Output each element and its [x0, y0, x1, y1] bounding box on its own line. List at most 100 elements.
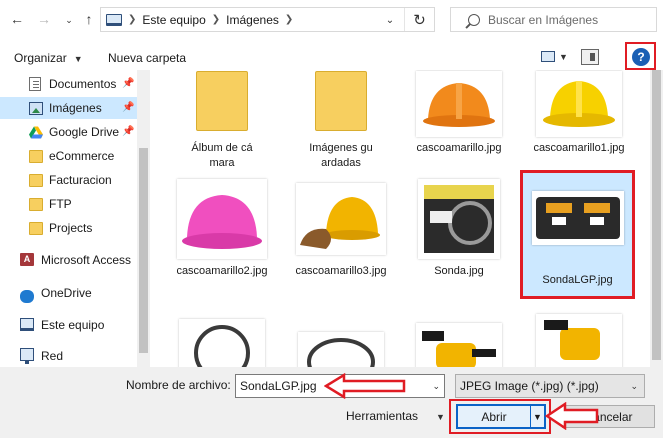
- sidebar-item-onedrive[interactable]: OneDrive: [0, 282, 137, 304]
- filename-annotation-arrow-icon: [324, 373, 406, 399]
- new-folder-button[interactable]: Nueva carpeta: [108, 51, 186, 65]
- sidebar-item-documentos[interactable]: Documentos 📌: [0, 73, 137, 95]
- organize-button[interactable]: Organizar ▼: [14, 51, 83, 65]
- sidebar-item-label: Este equipo: [41, 318, 105, 332]
- sidebar-item-label: Facturacion: [49, 173, 112, 187]
- search-box[interactable]: [450, 7, 657, 32]
- caret-down-icon: ▼: [559, 51, 568, 62]
- view-icon: [541, 51, 555, 62]
- this-pc-icon: [106, 13, 122, 26]
- yellow-helmet-thumbnail: [536, 71, 622, 137]
- pin-icon: 📌: [122, 102, 135, 113]
- address-dropdown-icon[interactable]: ⌄: [383, 14, 397, 26]
- caret-down-icon: ▼: [436, 412, 445, 422]
- document-icon: [29, 77, 41, 91]
- address-box[interactable]: ❯ Este equipo ❯ Imágenes ❯ ⌄ ↻: [100, 7, 435, 32]
- up-arrow-icon[interactable]: ↑: [80, 9, 98, 29]
- file-item-sondalgp[interactable]: SondaLGP.jpg: [520, 170, 635, 299]
- refresh-icon[interactable]: ↻: [404, 8, 434, 31]
- sidebar-item-label: Projects: [49, 221, 93, 235]
- command-bar: Organizar ▼ Nueva carpeta ▼ ?: [0, 38, 663, 70]
- change-view-button[interactable]: ▼: [541, 51, 568, 62]
- yellow-helmet-gloves-thumbnail: [296, 183, 386, 255]
- file-name: cascoamarillo2.jpg: [176, 265, 268, 277]
- scrollbar-thumb[interactable]: [139, 148, 148, 353]
- sidebar-item-imagenes[interactable]: Imágenes 📌: [0, 97, 137, 119]
- search-icon: [468, 13, 480, 26]
- sidebar-item-label: Google Drive: [49, 125, 120, 139]
- preview-pane-icon[interactable]: [581, 49, 599, 65]
- folder-icon: [29, 222, 43, 235]
- yellow-helmet-thumbnail: [416, 71, 502, 137]
- filetype-select[interactable]: JPEG Image (*.jpg) (*.jpg) ⌄: [455, 374, 645, 398]
- navigation-pane: Documentos 📌 Imágenes 📌 Google Drive 📌 e…: [0, 70, 150, 367]
- open-button[interactable]: Abrir ▼: [456, 404, 546, 429]
- filetype-value: JPEG Image (*.jpg) (*.jpg): [460, 379, 599, 393]
- breadcrumb-imagenes[interactable]: Imágenes: [226, 13, 279, 27]
- folder-icon: [315, 70, 367, 131]
- tools-button[interactable]: Herramientas ▼: [346, 409, 445, 423]
- breadcrumb-separator-icon: ❯: [211, 14, 221, 25]
- recent-locations-chevron-icon[interactable]: ⌄: [60, 10, 78, 30]
- sidebar-item-red[interactable]: Red: [0, 345, 137, 367]
- chevron-down-icon: ⌄: [630, 381, 638, 391]
- cable-coil-thumbnail: [298, 332, 384, 367]
- help-button[interactable]: ?: [632, 48, 650, 66]
- filename-label: Nombre de archivo:: [126, 378, 231, 392]
- pink-helmet-thumbnail: [177, 179, 267, 259]
- sidebar-item-label: Microsoft Access: [41, 253, 132, 267]
- breadcrumb-este-equipo[interactable]: Este equipo: [142, 13, 205, 27]
- sidebar-item-facturacion[interactable]: Facturacion: [0, 169, 137, 191]
- sidebar-item-label: Imágenes: [49, 101, 102, 115]
- sidebar-item-microsoft-access[interactable]: A Microsoft Access: [0, 249, 137, 271]
- tools-label: Herramientas: [346, 409, 419, 423]
- sidebar-item-label: eCommerce: [49, 149, 115, 163]
- file-name: Sonda.jpg: [434, 265, 484, 277]
- sidebar-item-projects[interactable]: Projects: [0, 217, 137, 239]
- sidebar-item-ftp[interactable]: FTP: [0, 193, 137, 215]
- file-name: cascoamarillo1.jpg: [533, 142, 625, 154]
- blower-thumbnail: [536, 314, 622, 367]
- scrollbar-thumb[interactable]: [652, 70, 661, 360]
- sidebar-item-label: OneDrive: [41, 286, 92, 300]
- open-annotation-arrow-icon: [545, 402, 599, 430]
- breadcrumb-separator-icon: ❯: [128, 14, 137, 25]
- this-pc-icon: [20, 318, 34, 331]
- google-drive-icon: [29, 126, 43, 139]
- forward-arrow-icon[interactable]: →: [35, 9, 53, 29]
- sidebar-item-label: Documentos: [49, 77, 117, 91]
- open-label: Abrir: [481, 409, 507, 424]
- folder-icon: [29, 198, 43, 211]
- cable-coil-thumbnail: [179, 319, 265, 367]
- file-list-view: Álbum de cámara Imágenes guardadas casco…: [150, 70, 650, 367]
- organize-label: Organizar: [14, 51, 67, 65]
- file-name: Imágenes guardadas: [309, 142, 373, 169]
- access-icon: A: [20, 253, 34, 266]
- blower-thumbnail: [416, 323, 502, 367]
- sidebar-item-ecommerce[interactable]: eCommerce: [0, 145, 137, 167]
- file-name: Álbum de cámara: [191, 142, 253, 169]
- folder-icon: [29, 174, 43, 187]
- search-input[interactable]: [488, 12, 648, 27]
- navigation-scrollbar[interactable]: [137, 70, 150, 367]
- pin-icon: 📌: [122, 126, 135, 137]
- pictures-icon: [29, 102, 43, 115]
- sidebar-item-label: Red: [41, 349, 64, 363]
- file-list-scrollbar[interactable]: [650, 70, 663, 367]
- file-name: cascoamarillo3.jpg: [295, 265, 387, 277]
- sidebar-item-label: FTP: [49, 197, 72, 211]
- open-split-arrow-icon[interactable]: ▼: [530, 406, 544, 427]
- folder-icon: [29, 150, 43, 163]
- breadcrumb-separator-icon: ❯: [284, 14, 294, 25]
- sidebar-item-este-equipo[interactable]: Este equipo: [0, 314, 137, 336]
- sondalgp-thumbnail: [531, 191, 624, 245]
- chevron-down-icon[interactable]: ⌄: [432, 381, 440, 392]
- network-icon: [20, 348, 34, 364]
- back-arrow-icon[interactable]: ←: [8, 9, 26, 29]
- file-name: cascoamarillo.jpg: [416, 142, 502, 154]
- onedrive-icon: [20, 290, 34, 303]
- file-name: SondaLGP.jpg: [542, 274, 613, 286]
- sidebar-item-google-drive[interactable]: Google Drive 📌: [0, 121, 137, 143]
- address-bar-row: ← → ⌄ ↑ ❯ Este equipo ❯ Imágenes ❯ ⌄ ↻: [0, 0, 663, 38]
- sonda-thumbnail: [418, 179, 500, 259]
